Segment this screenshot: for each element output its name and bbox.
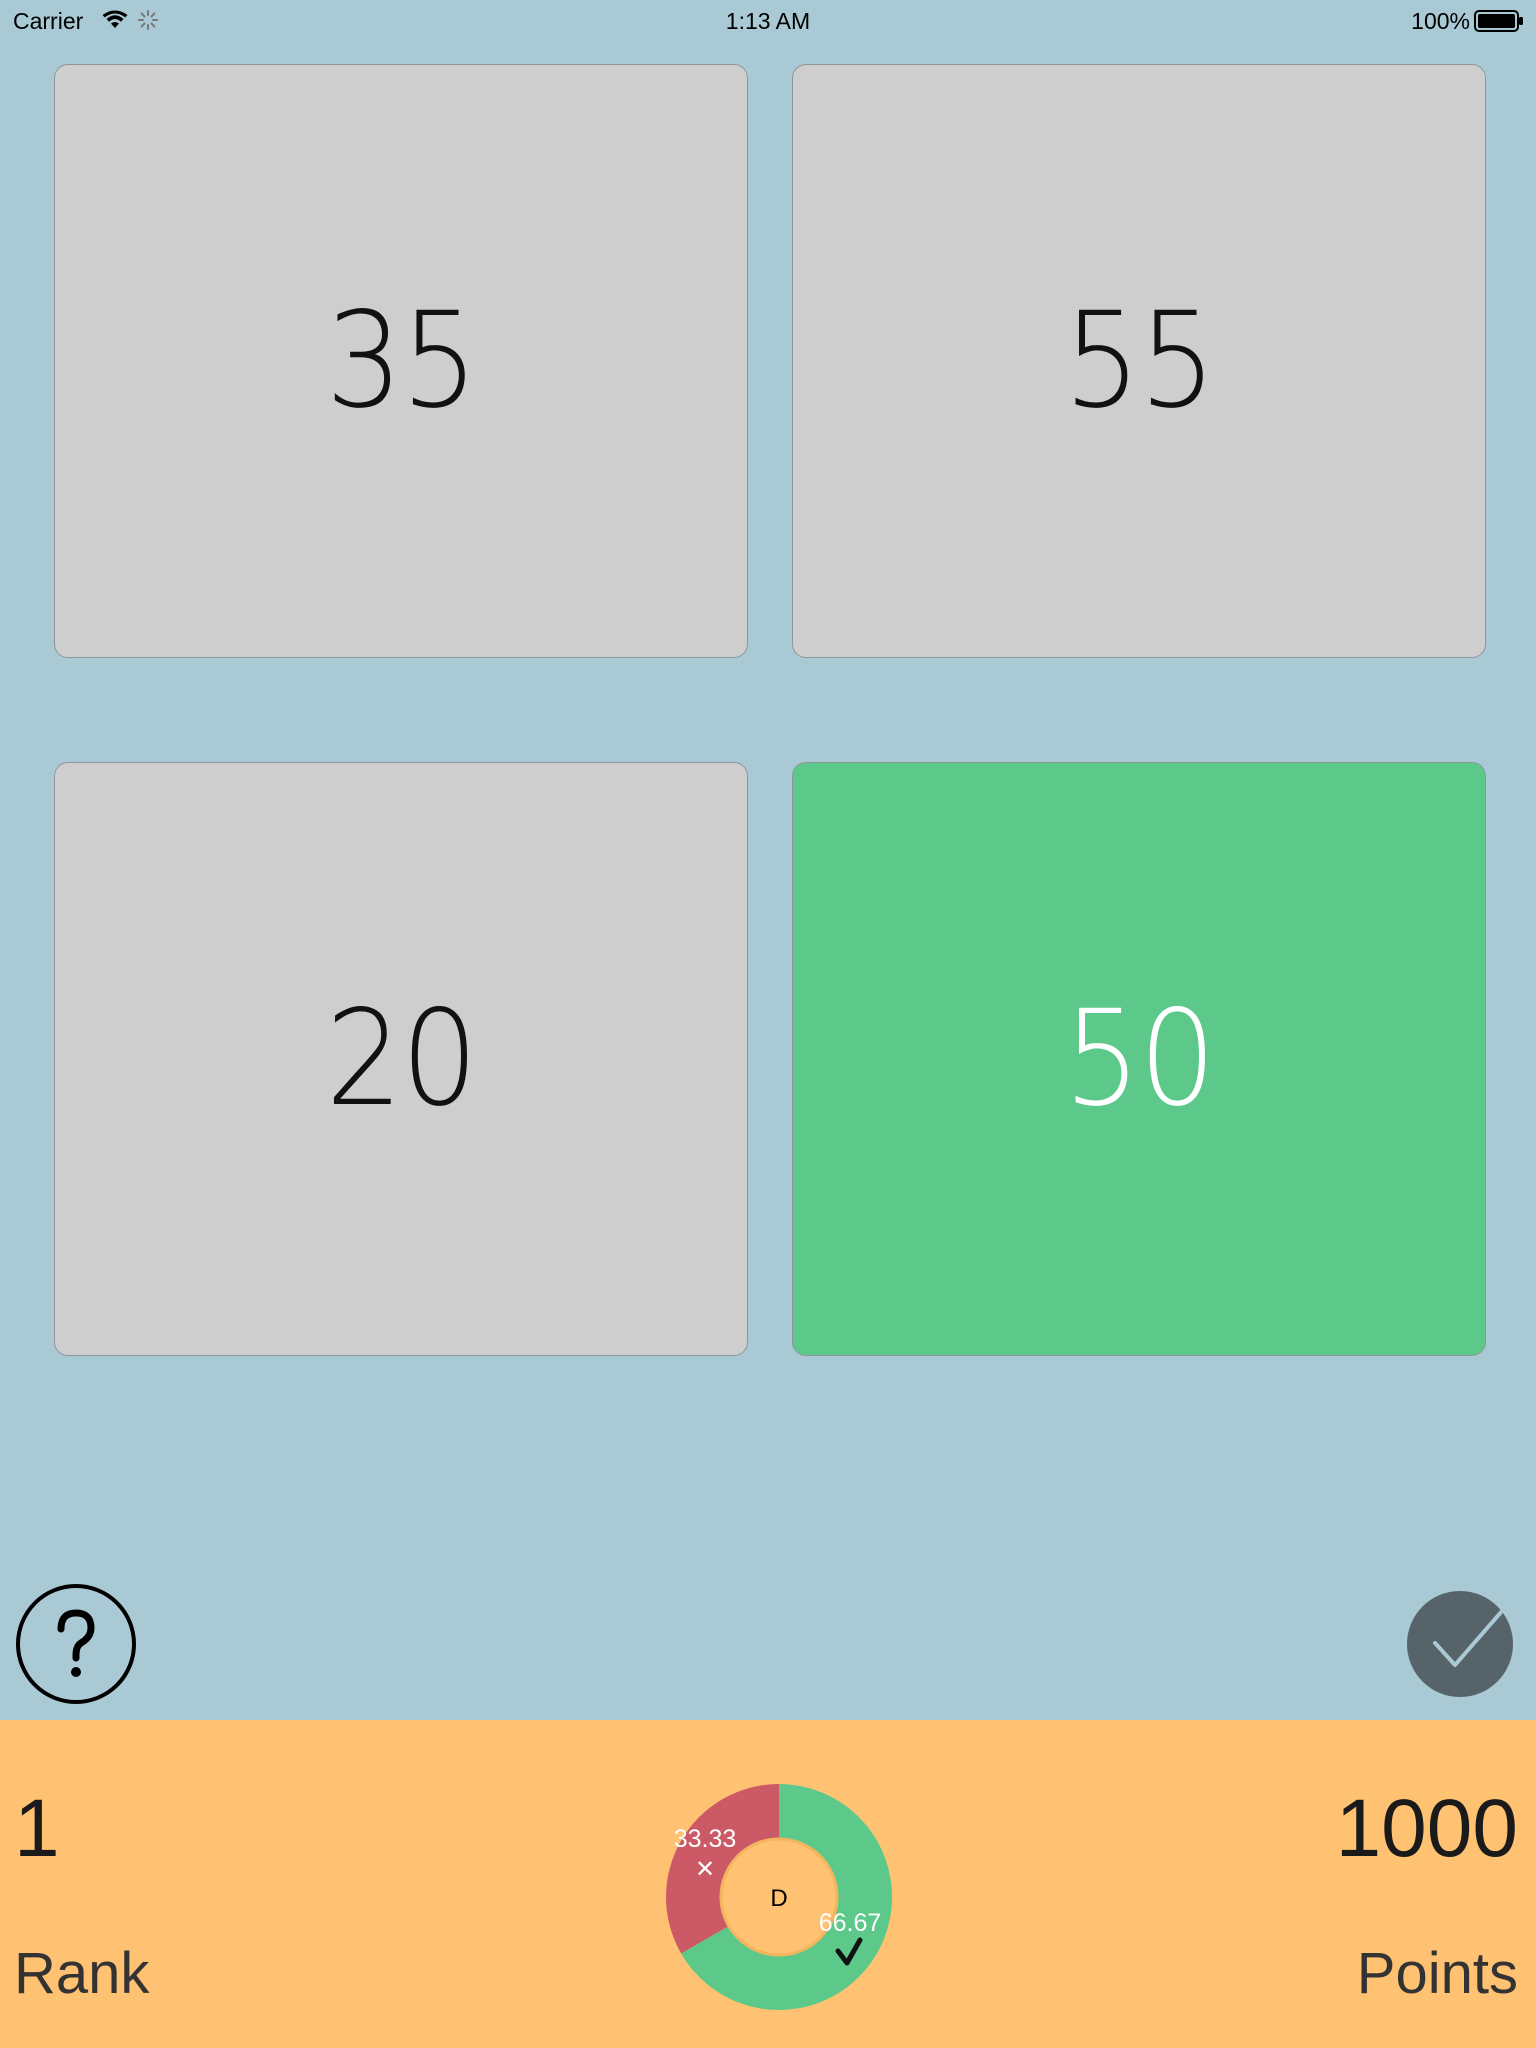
answer-value: 50 [1063,982,1217,1136]
answer-value: 20 [325,982,479,1136]
answer-tile-1[interactable]: 35 [54,64,748,658]
rank-label: Rank [14,1941,150,2006]
answer-tile-4-selected[interactable]: 50 [792,762,1486,1356]
donut-center-label: D [770,1885,787,1912]
points-value: 1000 [1335,1783,1518,1874]
submit-button[interactable] [1405,1589,1515,1704]
answer-value: 55 [1063,284,1217,438]
answer-tile-2[interactable]: 55 [792,64,1486,658]
answer-value: 35 [325,284,479,438]
question-icon [16,1584,136,1704]
checkmark-icon [1407,1591,1513,1697]
battery-icon [1474,10,1524,38]
battery-percentage: 100% [1411,8,1470,34]
status-bar: Carrier 1:13 AM 100% [0,0,1536,40]
rank-value: 1 [14,1783,60,1874]
footer: 1 Rank D 33.33 ✕ 66.67 1000 Points [0,1720,1536,2048]
answer-tile-3[interactable]: 20 [54,762,748,1356]
score-donut-chart: D 33.33 ✕ 66.67 [666,1784,892,2010]
help-button[interactable] [15,1583,137,1710]
incorrect-percentage-label: 33.33 [674,1825,737,1853]
clock: 1:13 AM [725,8,811,34]
correct-percentage-label: 66.67 [819,1909,882,1937]
points-label: Points [1356,1941,1518,2006]
incorrect-marker-icon: ✕ [695,1855,715,1883]
